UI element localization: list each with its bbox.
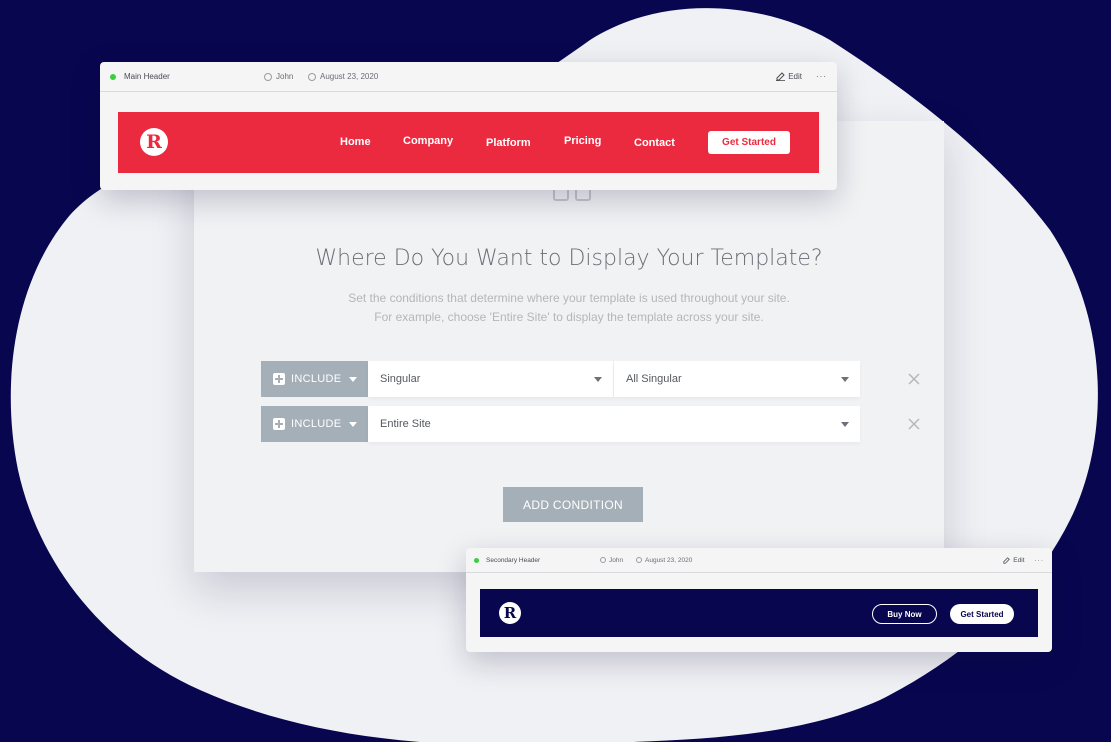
edit-button[interactable]: Edit — [776, 72, 802, 81]
nav-home[interactable]: Home — [340, 136, 371, 148]
remove-condition-button[interactable] — [896, 406, 932, 442]
more-options-icon[interactable]: ··· — [1035, 557, 1045, 564]
plus-icon — [273, 418, 285, 430]
author: John — [264, 72, 308, 81]
author: John — [600, 557, 636, 564]
edit-label: Edit — [1013, 556, 1025, 564]
header-preview: R Buy Now Get Started — [480, 589, 1038, 637]
nav-contact[interactable]: Contact — [634, 137, 675, 149]
pencil-icon — [776, 72, 786, 81]
date-text: August 23, 2020 — [320, 72, 379, 81]
logo: R — [140, 128, 168, 156]
clock-icon — [636, 557, 642, 563]
select-value: Entire Site — [380, 418, 431, 430]
status-dot — [474, 557, 479, 563]
edit-button[interactable]: Edit — [1003, 556, 1025, 564]
chevron-down-icon — [841, 422, 849, 427]
buy-now-button[interactable]: Buy Now — [872, 604, 937, 624]
more-options-icon[interactable]: ··· — [816, 72, 827, 81]
get-started-button[interactable]: Get Started — [708, 131, 790, 154]
edit-label: Edit — [788, 72, 802, 81]
chevron-down-icon — [349, 421, 357, 427]
include-dropdown[interactable]: INCLUDE — [261, 406, 368, 442]
add-condition-button[interactable]: ADD CONDITION — [503, 487, 643, 522]
conditions-subtitle-example: For example, choose 'Entire Site' to dis… — [374, 310, 764, 324]
header-preview: R Home Company Platform Pricing Contact … — [118, 112, 819, 173]
remove-condition-button[interactable] — [896, 361, 932, 397]
user-icon — [600, 557, 606, 563]
close-icon — [908, 418, 920, 430]
date: August 23, 2020 — [636, 557, 692, 564]
secondary-header-card: Secondary Header John August 23, 2020 Ed… — [466, 548, 1052, 652]
condition-row: INCLUDE Singular All Singular — [261, 361, 920, 397]
author-name: John — [609, 556, 624, 564]
date-text: August 23, 2020 — [645, 556, 693, 564]
template-name: Secondary Header — [486, 556, 541, 564]
condition-subtype-select[interactable]: All Singular — [614, 361, 860, 397]
chevron-down-icon — [594, 377, 602, 382]
user-icon — [264, 72, 272, 81]
card-toolbar: Main Header John August 23, 2020 Edit ··… — [100, 62, 837, 92]
include-label: INCLUDE — [291, 373, 342, 385]
logo: R — [499, 602, 521, 624]
nav-pricing[interactable]: Pricing — [564, 135, 601, 147]
main-header-card: Main Header John August 23, 2020 Edit ··… — [100, 62, 837, 190]
card-toolbar: Secondary Header John August 23, 2020 Ed… — [466, 548, 1052, 573]
condition-row: INCLUDE Entire Site — [261, 406, 920, 442]
condition-type-select[interactable]: Singular — [368, 361, 614, 397]
condition-type-select[interactable]: Entire Site — [368, 406, 860, 442]
select-value: Singular — [380, 373, 421, 385]
nav-platform[interactable]: Platform — [486, 137, 531, 149]
conditions-subtitle: Set the conditions that determine where … — [348, 291, 790, 305]
plus-icon — [273, 373, 285, 385]
author-name: John — [276, 72, 294, 81]
close-icon — [908, 373, 920, 385]
include-label: INCLUDE — [291, 418, 342, 430]
pencil-icon — [1003, 556, 1011, 564]
select-value: All Singular — [626, 373, 682, 385]
conditions-title: Where Do You Want to Display Your Templa… — [315, 246, 823, 271]
template-name: Main Header — [124, 72, 170, 81]
nav-company[interactable]: Company — [403, 135, 453, 147]
get-started-button[interactable]: Get Started — [950, 604, 1014, 624]
chevron-down-icon — [841, 377, 849, 382]
status-dot — [110, 73, 116, 80]
date: August 23, 2020 — [308, 72, 378, 81]
include-dropdown[interactable]: INCLUDE — [261, 361, 368, 397]
chevron-down-icon — [349, 376, 357, 382]
clock-icon — [308, 72, 316, 81]
